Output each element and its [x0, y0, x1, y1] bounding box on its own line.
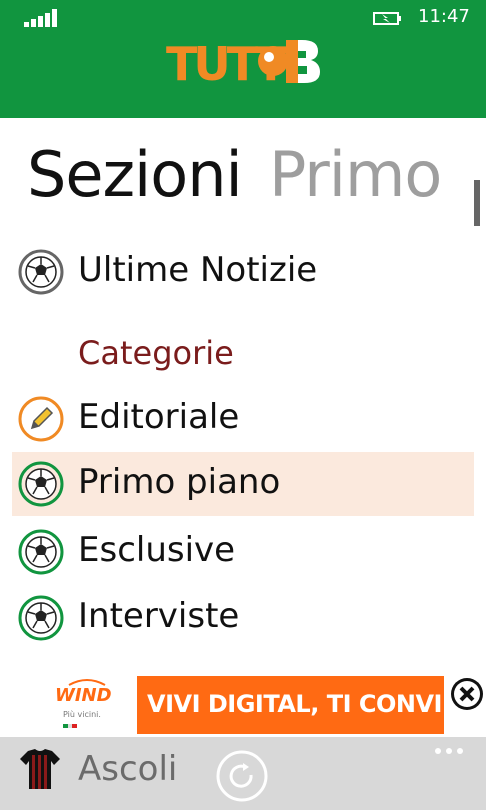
ad-banner[interactable]: WIND Più vicini. VIVI DIGITAL, TI CONVIE… — [41, 676, 486, 734]
close-icon[interactable] — [450, 677, 484, 711]
jersey-icon[interactable] — [18, 747, 62, 791]
tuttob-logo: TUTT — [166, 37, 320, 86]
soccer-ball-icon — [18, 529, 64, 575]
soccer-ball-icon — [18, 595, 64, 641]
ad-brand-sub: Più vicini. — [63, 710, 101, 719]
battery-charging-icon — [373, 12, 401, 25]
status-time: 11:47 — [418, 6, 470, 27]
menu-item-interviste[interactable]: Interviste — [12, 586, 474, 650]
ad-brand: WIND — [55, 685, 112, 706]
ad-text: VIVI DIGITAL, TI CONVIENE! — [147, 690, 486, 718]
refresh-icon[interactable] — [215, 749, 269, 803]
menu-item-label: Editoriale — [78, 397, 240, 437]
pivot-title-next[interactable]: Primo — [269, 138, 442, 211]
app-bar: Ascoli — [0, 737, 486, 810]
menu-item-label: Esclusive — [78, 530, 236, 570]
soccer-ball-icon — [18, 461, 64, 507]
pivot-header: Sezioni Primo — [0, 138, 486, 228]
menu-item-esclusive[interactable]: Esclusive — [12, 520, 474, 584]
pivot-next-edge — [474, 180, 480, 226]
menu-item-label: Interviste — [78, 596, 240, 636]
soccer-ball-gray-icon — [18, 249, 64, 295]
pencil-icon — [18, 396, 64, 442]
italian-flag-icon — [63, 724, 77, 728]
team-name[interactable]: Ascoli — [78, 749, 177, 789]
menu-item-editoriale[interactable]: Editoriale — [12, 387, 474, 451]
menu-item-ultime-notizie[interactable]: Ultime Notizie — [12, 240, 474, 304]
menu-item-label: Ultime Notizie — [78, 250, 318, 290]
more-options-icon[interactable] — [434, 747, 464, 755]
status-bar: 11:47 — [0, 0, 486, 34]
menu-item-primo-piano[interactable]: Primo piano — [12, 452, 474, 516]
pivot-title-current[interactable]: Sezioni — [27, 138, 243, 211]
signal-icon — [24, 9, 57, 27]
menu-item-label: Primo piano — [78, 462, 281, 502]
ad-brand-panel: WIND Più vicini. — [41, 676, 137, 734]
category-heading: Categorie — [78, 334, 234, 372]
header-bar: 11:47 TUTT — [0, 0, 486, 118]
